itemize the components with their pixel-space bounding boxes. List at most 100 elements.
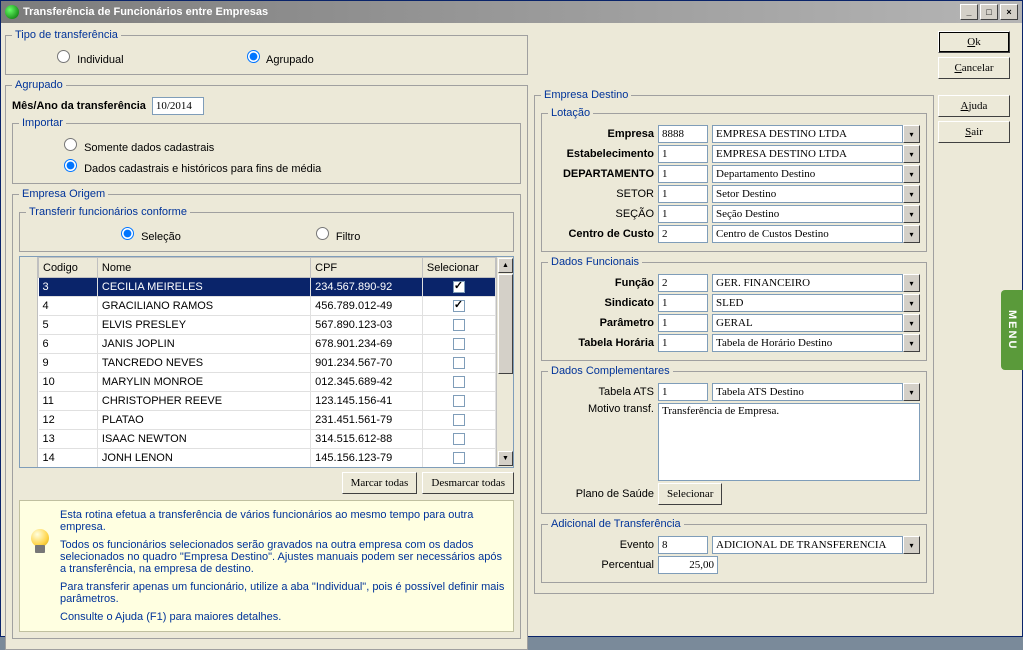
cell-codigo[interactable]: 14 (39, 449, 98, 468)
side-menu-tab[interactable]: MENU (1001, 290, 1023, 370)
radio-individual[interactable] (57, 50, 70, 63)
setor-code-input[interactable] (658, 185, 708, 203)
setor-desc-input[interactable] (712, 185, 903, 203)
departamento-desc-input[interactable] (712, 165, 903, 183)
cell-codigo[interactable]: 13 (39, 430, 98, 449)
cell-nome[interactable]: GRACILIANO RAMOS (97, 297, 310, 316)
sair-button[interactable]: Sair (938, 121, 1010, 143)
cell-cpf[interactable]: 678.901.234-69 (311, 335, 423, 354)
secao-desc-input[interactable] (712, 205, 903, 223)
row-checkbox[interactable] (453, 357, 465, 369)
col-nome-header[interactable]: Nome (97, 258, 310, 278)
col-selecionar-header[interactable]: Selecionar (422, 258, 495, 278)
cell-nome[interactable]: CHRISTOPHER REEVE (97, 392, 310, 411)
cell-codigo[interactable]: 6 (39, 335, 98, 354)
cell-nome[interactable]: ELVIS PRESLEY (97, 316, 310, 335)
sindicato-desc-input[interactable] (712, 294, 903, 312)
scroll-thumb[interactable] (498, 274, 513, 374)
ok-button[interactable]: Ok (938, 31, 1010, 53)
funcionarios-grid[interactable]: Codigo Nome CPF Selecionar 3CECILIA MEIR… (19, 256, 514, 468)
table-row[interactable]: 14JONH LENON145.156.123-79 (39, 449, 496, 468)
tabela-horaria-code-input[interactable] (658, 334, 708, 352)
table-row[interactable]: 10MARYLIN MONROE012.345.689-42 (39, 373, 496, 392)
centro-custo-desc-input[interactable] (712, 225, 903, 243)
ats-desc-input[interactable] (712, 383, 903, 401)
table-row[interactable]: 3CECILIA MEIRELES234.567.890-92 (39, 278, 496, 297)
evento-code-input[interactable] (658, 536, 708, 554)
cell-nome[interactable]: TANCREDO NEVES (97, 354, 310, 373)
ats-code-input[interactable] (658, 383, 708, 401)
estabelecimento-code-input[interactable] (658, 145, 708, 163)
cell-cpf[interactable]: 456.789.012-49 (311, 297, 423, 316)
table-row[interactable]: 6JANIS JOPLIN678.901.234-69 (39, 335, 496, 354)
radio-historicos[interactable] (64, 159, 77, 172)
row-checkbox[interactable] (453, 376, 465, 388)
col-cpf-header[interactable]: CPF (311, 258, 423, 278)
cell-codigo[interactable]: 5 (39, 316, 98, 335)
scroll-down-button[interactable]: ▼ (498, 451, 513, 466)
radio-agrupado[interactable] (247, 50, 260, 63)
row-checkbox[interactable] (453, 395, 465, 407)
cell-selecionar[interactable] (422, 297, 495, 316)
secao-dropdown-button[interactable]: ▾ (903, 205, 920, 223)
cell-nome[interactable]: MARYLIN MONROE (97, 373, 310, 392)
row-checkbox[interactable] (453, 414, 465, 426)
table-row[interactable]: 5ELVIS PRESLEY567.890.123-03 (39, 316, 496, 335)
row-checkbox[interactable] (453, 281, 465, 293)
table-row[interactable]: 11CHRISTOPHER REEVE123.145.156-41 (39, 392, 496, 411)
table-row[interactable]: 12PLATAO231.451.561-79 (39, 411, 496, 430)
grid-scrollbar[interactable]: ▲ ▼ (496, 257, 513, 467)
departamento-code-input[interactable] (658, 165, 708, 183)
radio-selecao[interactable] (121, 227, 134, 240)
empresa-dropdown-button[interactable]: ▾ (903, 125, 920, 143)
cell-selecionar[interactable] (422, 354, 495, 373)
cell-nome[interactable]: JANIS JOPLIN (97, 335, 310, 354)
estabelecimento-dropdown-button[interactable]: ▾ (903, 145, 920, 163)
estabelecimento-desc-input[interactable] (712, 145, 903, 163)
setor-dropdown-button[interactable]: ▾ (903, 185, 920, 203)
cell-selecionar[interactable] (422, 392, 495, 411)
cell-selecionar[interactable] (422, 373, 495, 392)
centro-custo-dropdown-button[interactable]: ▾ (903, 225, 920, 243)
radio-filtro[interactable] (316, 227, 329, 240)
cell-nome[interactable]: PLATAO (97, 411, 310, 430)
table-row[interactable]: 4GRACILIANO RAMOS456.789.012-49 (39, 297, 496, 316)
cell-cpf[interactable]: 234.567.890-92 (311, 278, 423, 297)
radio-historicos-label[interactable]: Dados cadastrais e históricos para fins … (59, 156, 321, 175)
cell-nome[interactable]: JONH LENON (97, 449, 310, 468)
radio-agrupado-label[interactable]: Agrupado (242, 47, 314, 66)
cell-codigo[interactable]: 10 (39, 373, 98, 392)
cell-codigo[interactable]: 12 (39, 411, 98, 430)
empresa-desc-input[interactable] (712, 125, 903, 143)
table-row[interactable]: 9TANCREDO NEVES901.234.567-70 (39, 354, 496, 373)
tabela-horaria-desc-input[interactable] (712, 334, 903, 352)
cell-selecionar[interactable] (422, 449, 495, 468)
plano-selecionar-button[interactable]: Selecionar (658, 483, 722, 505)
table-row[interactable]: 13ISAAC NEWTON314.515.612-88 (39, 430, 496, 449)
parametro-code-input[interactable] (658, 314, 708, 332)
radio-selecao-label[interactable]: Seleção (116, 224, 181, 243)
row-checkbox[interactable] (453, 433, 465, 445)
cell-cpf[interactable]: 231.451.561-79 (311, 411, 423, 430)
ats-dropdown-button[interactable]: ▾ (903, 383, 920, 401)
close-button[interactable]: × (1000, 4, 1018, 20)
empresa-code-input[interactable] (658, 125, 708, 143)
cell-cpf[interactable]: 123.145.156-41 (311, 392, 423, 411)
marcar-todas-button[interactable]: Marcar todas (342, 472, 418, 494)
departamento-dropdown-button[interactable]: ▾ (903, 165, 920, 183)
row-checkbox[interactable] (453, 338, 465, 350)
radio-filtro-label[interactable]: Filtro (311, 224, 361, 243)
scroll-up-button[interactable]: ▲ (498, 258, 513, 273)
cell-cpf[interactable]: 901.234.567-70 (311, 354, 423, 373)
sindicato-code-input[interactable] (658, 294, 708, 312)
ajuda-button[interactable]: Ajuda (938, 95, 1010, 117)
cell-nome[interactable]: ISAAC NEWTON (97, 430, 310, 449)
percentual-input[interactable] (658, 556, 718, 574)
cell-codigo[interactable]: 4 (39, 297, 98, 316)
funcao-dropdown-button[interactable]: ▾ (903, 274, 920, 292)
cell-codigo[interactable]: 9 (39, 354, 98, 373)
evento-desc-input[interactable] (712, 536, 903, 554)
cell-selecionar[interactable] (422, 316, 495, 335)
parametro-desc-input[interactable] (712, 314, 903, 332)
row-checkbox[interactable] (453, 452, 465, 464)
